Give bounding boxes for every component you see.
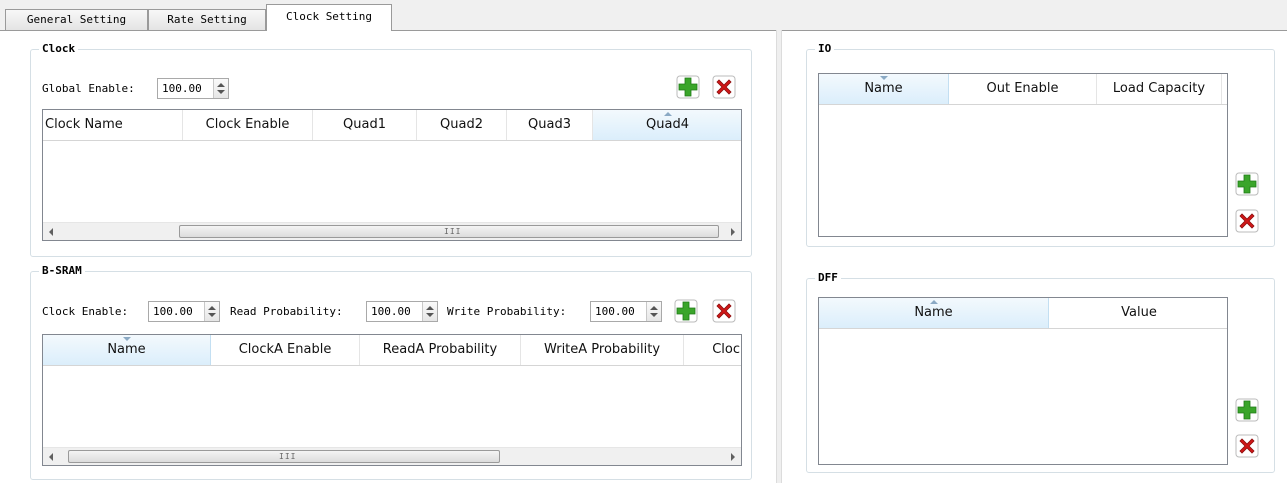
io-col-name[interactable]: Name [819, 74, 949, 104]
clock-group-title: Clock [39, 42, 79, 56]
pane-splitter[interactable] [776, 30, 782, 483]
tab-general-setting[interactable]: General Setting [5, 9, 148, 30]
clock-table[interactable]: Clock Name Clock Enable Quad1 Quad2 Quad… [42, 109, 742, 241]
write-probability-label: Write Probability: [447, 305, 567, 318]
scroll-thumb[interactable]: III [179, 225, 719, 238]
clock-table-header: Clock Name Clock Enable Quad1 Quad2 Quad… [43, 110, 741, 141]
read-probability-value[interactable]: 100.00 [371, 305, 411, 318]
clock-col-clock-enable[interactable]: Clock Enable [183, 110, 313, 140]
spin-arrows[interactable] [422, 302, 437, 321]
spin-arrows[interactable] [204, 302, 219, 321]
bsram-group-title: B-SRAM [39, 264, 85, 278]
bsram-table-hscrollbar[interactable]: III [43, 447, 741, 465]
remove-bsram-button[interactable] [712, 299, 736, 323]
add-bsram-button[interactable] [674, 299, 698, 323]
bsram-col-name-label: Name [107, 342, 146, 357]
bsram-col-clocka-enable[interactable]: ClockA Enable [211, 335, 360, 365]
bsram-group: B-SRAM Clock Enable: 100.00 Read Probabi… [30, 264, 752, 480]
spin-up-icon[interactable] [208, 306, 216, 310]
spin-down-icon[interactable] [650, 313, 658, 317]
clock-col-quad2[interactable]: Quad2 [417, 110, 507, 140]
bsram-table-header: Name ClockA Enable ReadA Probability Wri… [43, 335, 741, 366]
spin-down-icon[interactable] [217, 90, 225, 94]
dff-table-header: Name Value [819, 298, 1227, 329]
spin-up-icon[interactable] [426, 306, 434, 310]
sort-ascending-icon [929, 300, 938, 304]
clock-col-quad3[interactable]: Quad3 [507, 110, 593, 140]
remove-io-button[interactable] [1235, 209, 1259, 233]
tab-clock-setting[interactable]: Clock Setting [266, 4, 392, 31]
write-probability-value[interactable]: 100.00 [595, 305, 635, 318]
sort-descending-icon [122, 337, 131, 341]
bsram-clock-enable-label: Clock Enable: [42, 305, 129, 318]
spin-arrows[interactable] [646, 302, 661, 321]
remove-dff-button[interactable] [1235, 434, 1259, 458]
read-probability-spinbox[interactable]: 100.00 [366, 301, 438, 322]
bsram-clock-enable-spinbox[interactable]: 100.00 [148, 301, 220, 322]
io-col-out-enable[interactable]: Out Enable [949, 74, 1097, 104]
scroll-right-icon[interactable] [731, 453, 735, 461]
tab-bar: General Setting Rate Setting Clock Setti… [0, 0, 1287, 31]
io-table-header: Name Out Enable Load Capacity [819, 74, 1227, 105]
io-col-load-capacity[interactable]: Load Capacity [1097, 74, 1222, 104]
dff-col-value[interactable]: Value [1049, 298, 1227, 328]
spin-arrows[interactable] [213, 79, 228, 98]
io-col-name-label: Name [864, 81, 903, 96]
tab-rate-setting[interactable]: Rate Setting [148, 9, 266, 30]
scroll-left-icon[interactable] [49, 228, 53, 236]
global-enable-value[interactable]: 100.00 [162, 82, 202, 95]
spin-up-icon[interactable] [650, 306, 658, 310]
add-io-button[interactable] [1235, 172, 1259, 196]
io-table[interactable]: Name Out Enable Load Capacity [818, 73, 1228, 237]
scroll-thumb[interactable]: III [68, 450, 500, 463]
sort-ascending-icon [663, 112, 672, 116]
bsram-col-reada-probability[interactable]: ReadA Probability [360, 335, 521, 365]
scroll-left-icon[interactable] [49, 453, 53, 461]
spin-up-icon[interactable] [217, 83, 225, 87]
grip-icon: III [444, 227, 462, 236]
write-probability-spinbox[interactable]: 100.00 [590, 301, 662, 322]
dff-col-name-label: Name [914, 305, 953, 320]
read-probability-label: Read Probability: [230, 305, 343, 318]
grip-icon: III [279, 452, 297, 461]
global-enable-spinbox[interactable]: 100.00 [157, 78, 229, 99]
bsram-col-name[interactable]: Name [43, 335, 211, 365]
remove-clock-button[interactable] [712, 75, 736, 99]
clock-col-clock-name[interactable]: Clock Name [43, 110, 183, 140]
bsram-col-clock-truncated[interactable]: Cloc [684, 335, 741, 365]
clock-col-quad4[interactable]: Quad4 [593, 110, 741, 140]
bsram-col-writea-probability[interactable]: WriteA Probability [521, 335, 684, 365]
global-enable-label: Global Enable: [42, 82, 135, 95]
clock-col-quad1[interactable]: Quad1 [313, 110, 417, 140]
spin-down-icon[interactable] [426, 313, 434, 317]
bsram-table[interactable]: Name ClockA Enable ReadA Probability Wri… [42, 334, 742, 466]
spin-down-icon[interactable] [208, 313, 216, 317]
scroll-right-icon[interactable] [731, 228, 735, 236]
clock-group: Clock Global Enable: 100.00 Clock Name C… [30, 42, 752, 257]
dff-group-title: DFF [815, 271, 841, 285]
io-group: IO Name Out Enable Load Capacity [806, 42, 1275, 247]
clock-col-quad4-label: Quad4 [646, 117, 689, 132]
bsram-clock-enable-value[interactable]: 100.00 [153, 305, 193, 318]
dff-group: DFF Name Value [806, 271, 1275, 473]
sort-descending-icon [879, 76, 888, 80]
add-dff-button[interactable] [1235, 398, 1259, 422]
add-clock-button[interactable] [676, 75, 700, 99]
dff-col-name[interactable]: Name [819, 298, 1049, 328]
clock-table-hscrollbar[interactable]: III [43, 222, 741, 240]
io-group-title: IO [815, 42, 835, 56]
dff-table[interactable]: Name Value [818, 297, 1228, 465]
